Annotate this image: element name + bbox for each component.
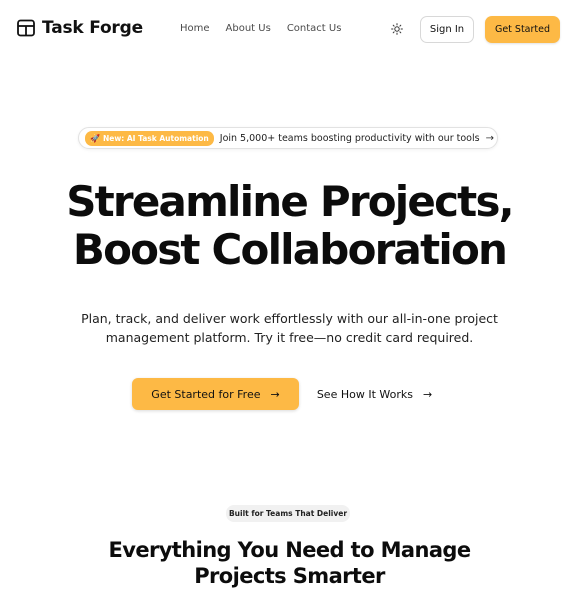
brand-logo-link[interactable]: Task Forge: [16, 18, 143, 38]
brand-name: Task Forge: [42, 18, 143, 38]
landing-page: Task Forge Home About Us Contact Us Sign…: [0, 0, 579, 601]
section-title-line-1: Everything You Need to Manage: [108, 538, 471, 562]
section-badge: Built for Teams That Deliver: [226, 505, 350, 522]
announcement-badge-label: New: AI Task Automation: [102, 133, 209, 143]
nav-contact-link[interactable]: Contact Us: [287, 23, 342, 34]
theme-toggle-button[interactable]: [388, 20, 406, 38]
announcement-badge: 🚀 New: AI Task Automation: [85, 130, 214, 146]
main-nav: Home About Us Contact Us: [180, 23, 341, 34]
hero-subtitle: Plan, track, and deliver work effortless…: [81, 311, 498, 345]
nav-home-link[interactable]: Home: [180, 23, 210, 34]
site-header: Task Forge Home About Us Contact Us Sign…: [0, 0, 579, 60]
section-title-line-2: Projects Smarter: [194, 564, 385, 588]
sun-icon: [391, 23, 403, 35]
get-started-free-label: Get Started for Free: [151, 387, 261, 401]
get-started-free-button[interactable]: Get Started for Free →: [132, 378, 299, 410]
see-how-it-works-label: See How It Works: [316, 387, 413, 401]
arrow-right-icon: →: [485, 132, 494, 144]
hero-title-line-2: Boost Collaboration: [72, 225, 508, 274]
see-how-it-works-button[interactable]: See How It Works →: [312, 378, 437, 410]
section-title: Everything You Need to Manage Projects S…: [0, 537, 579, 589]
sign-in-button[interactable]: Sign In: [420, 16, 474, 43]
announcement-text: Join 5,000+ teams boosting productivity …: [219, 132, 480, 144]
table-grid-icon: [16, 18, 36, 38]
nav-about-link[interactable]: About Us: [226, 23, 271, 34]
arrow-right-icon: →: [422, 387, 433, 401]
rocket-icon: 🚀: [90, 133, 100, 143]
get-started-button[interactable]: Get Started: [485, 16, 560, 43]
hero-title: Streamline Projects, Boost Collaboration: [0, 178, 579, 274]
arrow-right-icon: →: [270, 387, 280, 401]
announcement-pill[interactable]: 🚀 New: AI Task Automation Join 5,000+ te…: [78, 127, 498, 149]
hero-title-line-1: Streamline Projects,: [66, 177, 514, 226]
